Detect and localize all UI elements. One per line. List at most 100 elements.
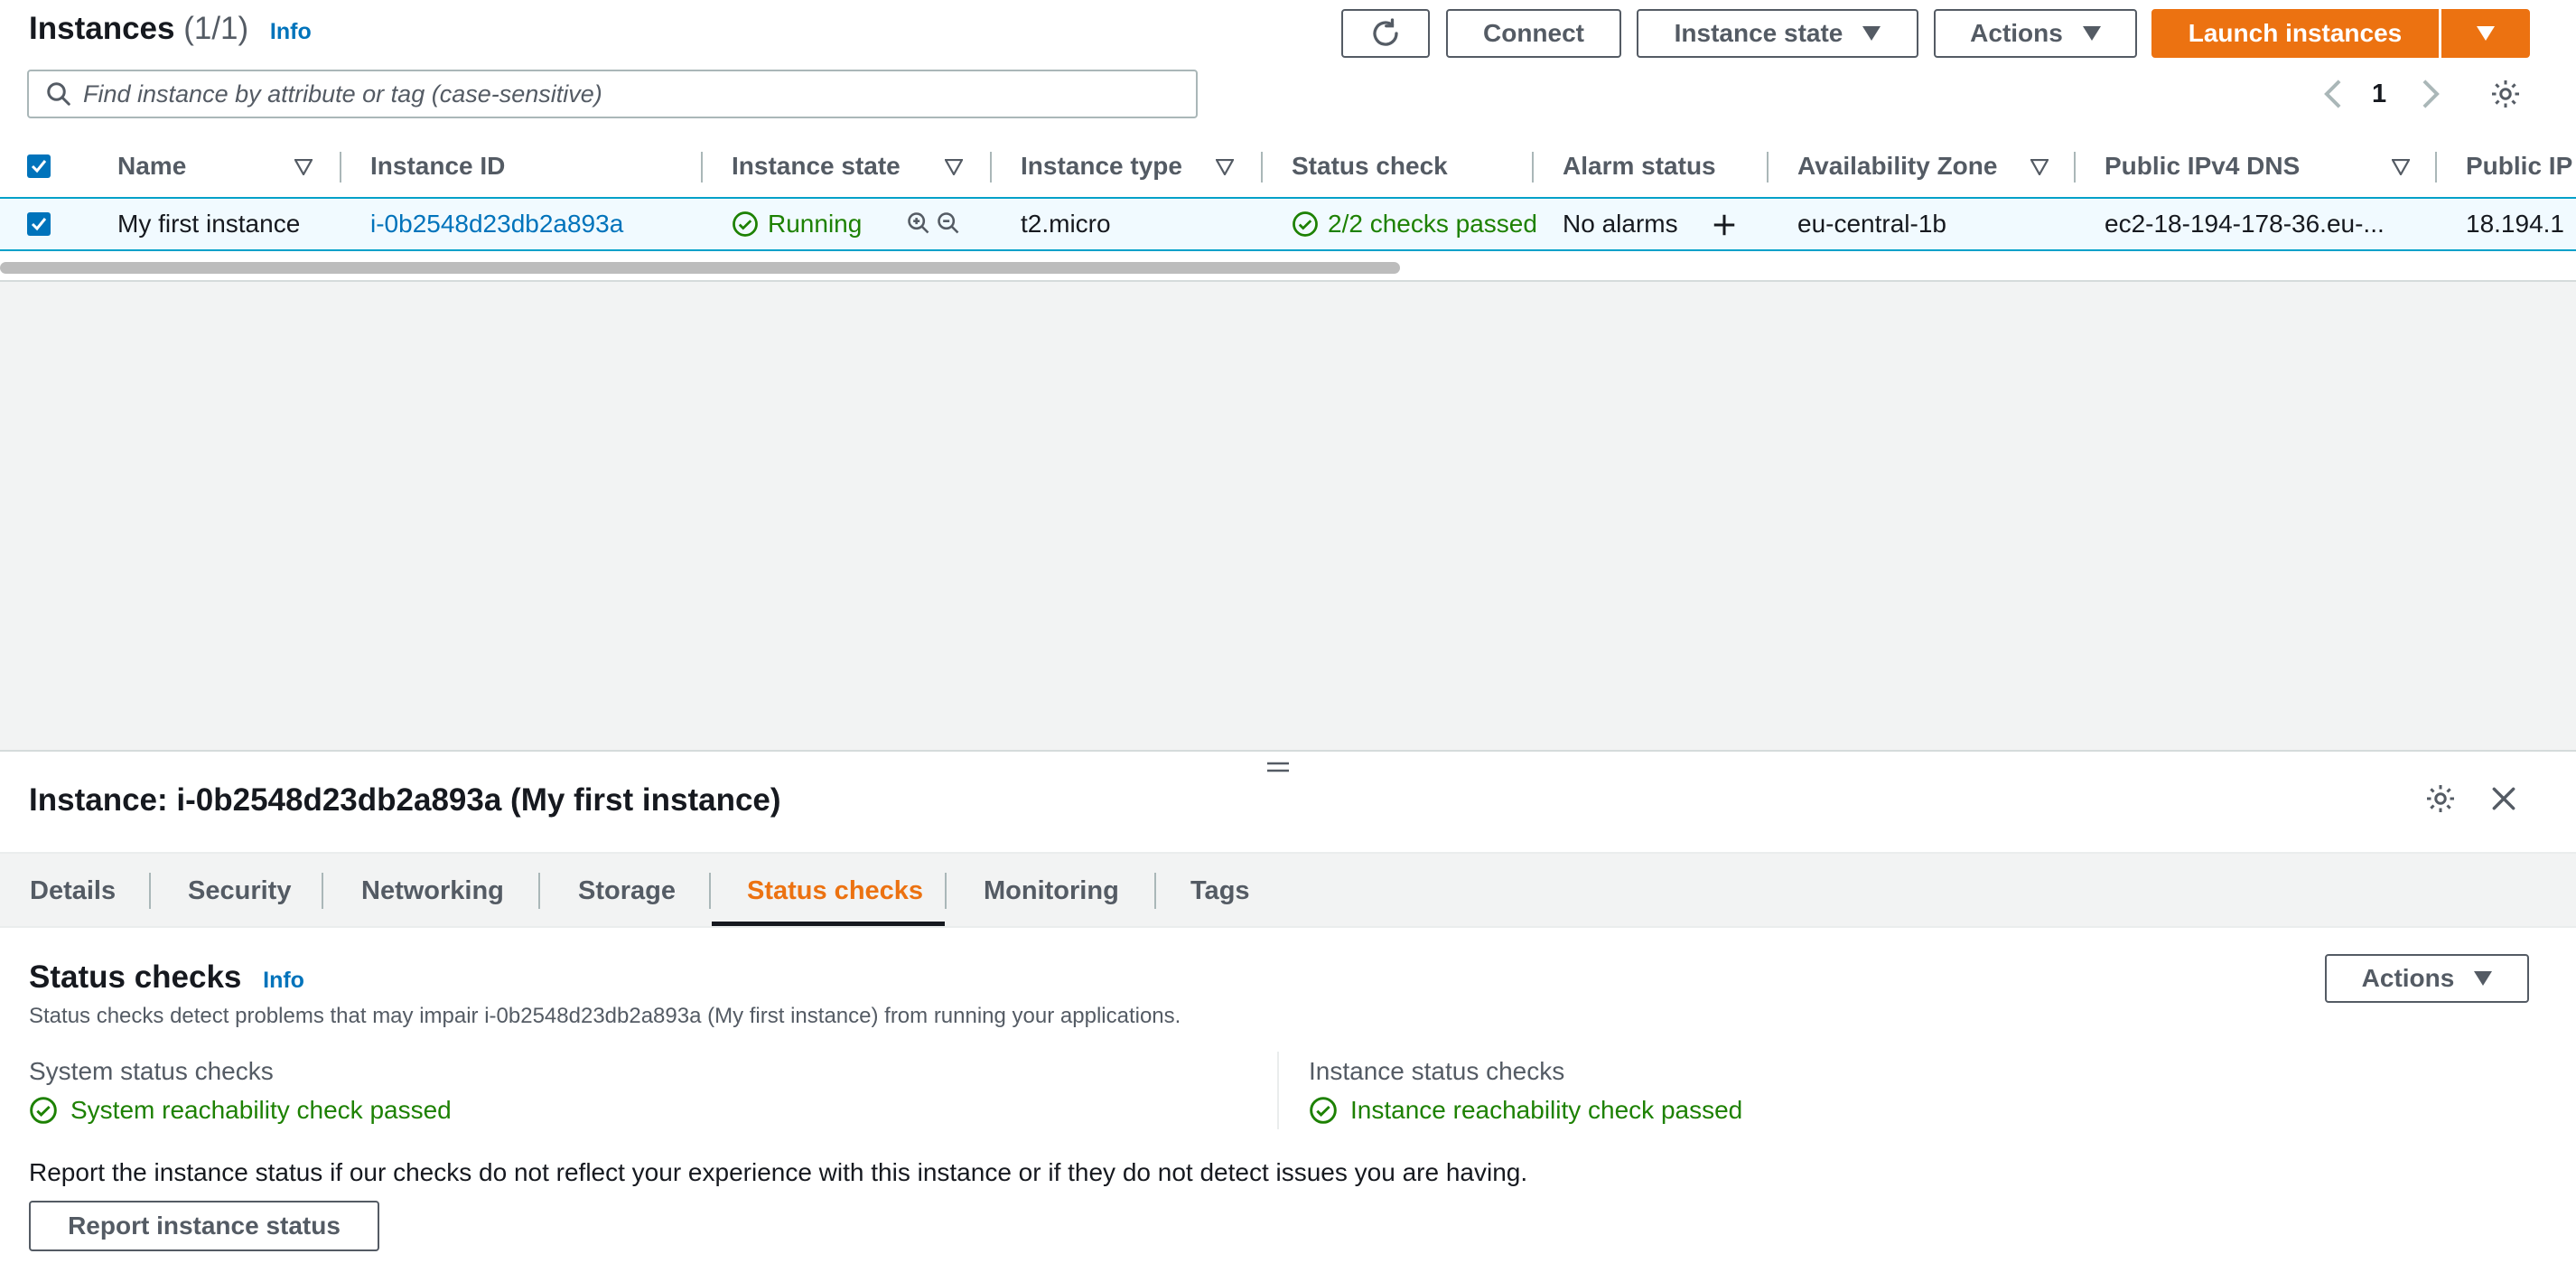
scrollbar-thumb[interactable] xyxy=(0,262,1400,274)
instance-status: Instance reachability check passed xyxy=(1309,1096,1742,1125)
page-title: Instances (1/1) Info xyxy=(29,11,312,47)
tab-divider xyxy=(322,873,323,909)
tab-divider xyxy=(709,873,711,909)
check-circle-icon xyxy=(1310,1097,1337,1124)
status-actions-dropdown[interactable]: Actions xyxy=(2325,954,2529,1003)
cell-alarm-status: No alarms xyxy=(1563,210,1678,238)
tab-storage[interactable]: Storage xyxy=(578,876,676,906)
previous-page-icon[interactable] xyxy=(2323,80,2343,108)
column-alarm-status[interactable]: Alarm status xyxy=(1563,152,1716,181)
instance-state-value: Running xyxy=(768,210,863,238)
column-status-check[interactable]: Status check xyxy=(1292,152,1448,181)
sort-icon[interactable] xyxy=(945,159,963,175)
check-circle-icon xyxy=(30,1097,57,1124)
gear-icon[interactable] xyxy=(2489,78,2522,110)
cell-instance-type: t2.micro xyxy=(1021,210,1111,238)
cell-name: My first instance xyxy=(117,210,301,238)
panel-title: Instance: i-0b2548d23db2a893a (My first … xyxy=(29,782,781,818)
next-page-icon[interactable] xyxy=(2421,80,2441,108)
search-input[interactable] xyxy=(81,79,1169,109)
instance-state-dropdown[interactable]: Instance state xyxy=(1637,9,1918,58)
cell-instance-state: Running xyxy=(732,210,862,239)
cell-public-dns: ec2-18-194-178-36.eu-... xyxy=(2105,210,2385,238)
tab-divider xyxy=(538,873,540,909)
cell-availability-zone: eu-central-1b xyxy=(1797,210,1946,238)
row-checkbox[interactable] xyxy=(27,212,51,236)
empty-area xyxy=(0,282,2576,750)
actions-dropdown[interactable]: Actions xyxy=(1934,9,2137,58)
caret-down-icon xyxy=(2477,26,2495,41)
column-divider[interactable] xyxy=(2074,152,2076,182)
instance-count: (1/1) xyxy=(183,11,249,46)
caret-down-icon xyxy=(2082,26,2101,41)
plus-icon[interactable] xyxy=(1711,211,1738,239)
connect-button[interactable]: Connect xyxy=(1446,9,1621,58)
info-link[interactable]: Info xyxy=(263,968,304,993)
instance-state-label: Instance state xyxy=(1674,19,1843,47)
section-description: Status checks detect problems that may i… xyxy=(29,1004,1181,1028)
column-availability-zone[interactable]: Availability Zone xyxy=(1797,152,1997,181)
instance-id-link[interactable]: i-0b2548d23db2a893a xyxy=(370,210,623,239)
select-all-checkbox[interactable] xyxy=(27,154,51,178)
search-box[interactable] xyxy=(27,70,1198,118)
launch-instances-button[interactable]: Launch instances xyxy=(2151,9,2439,58)
column-divider[interactable] xyxy=(990,152,992,182)
sort-icon[interactable] xyxy=(1216,159,1234,175)
column-divider[interactable] xyxy=(1767,152,1769,182)
active-tab-indicator xyxy=(712,922,945,926)
actions-label: Actions xyxy=(1970,19,2063,47)
column-divider[interactable] xyxy=(1261,152,1263,182)
column-public-dns[interactable]: Public IPv4 DNS xyxy=(2105,152,2300,181)
check-icon xyxy=(31,160,47,173)
tab-divider xyxy=(1154,873,1156,909)
tab-divider xyxy=(149,873,151,909)
status-actions-label: Actions xyxy=(2361,964,2455,992)
column-public-ip[interactable]: Public IP xyxy=(2466,152,2572,181)
column-instance-id[interactable]: Instance ID xyxy=(370,152,505,181)
refresh-button[interactable] xyxy=(1341,9,1430,58)
column-instance-type[interactable]: Instance type xyxy=(1021,152,1182,181)
connect-label: Connect xyxy=(1483,19,1584,47)
tab-status-checks[interactable]: Status checks xyxy=(747,876,923,906)
cell-status-check: 2/2 checks passed xyxy=(1292,210,1537,239)
current-page[interactable]: 1 xyxy=(2372,80,2386,109)
system-status-value: System reachability check passed xyxy=(70,1096,452,1124)
tab-details[interactable]: Details xyxy=(30,876,116,906)
info-link[interactable]: Info xyxy=(270,19,312,44)
close-icon[interactable] xyxy=(2489,784,2518,813)
resize-handle-icon[interactable] xyxy=(1266,761,1290,773)
tab-tags[interactable]: Tags xyxy=(1190,876,1250,906)
tab-networking[interactable]: Networking xyxy=(361,876,504,906)
search-icon xyxy=(47,82,70,106)
check-circle-icon xyxy=(1293,211,1318,237)
sort-icon[interactable] xyxy=(2030,159,2049,175)
gear-icon[interactable] xyxy=(2424,782,2457,815)
launch-options-dropdown[interactable] xyxy=(2441,9,2530,58)
refresh-icon xyxy=(1373,18,1398,46)
column-instance-state[interactable]: Instance state xyxy=(732,152,901,181)
report-description: Report the instance status if our checks… xyxy=(29,1158,1528,1186)
column-name[interactable]: Name xyxy=(117,152,186,181)
page-title-text: Instances xyxy=(29,11,175,46)
tab-security[interactable]: Security xyxy=(188,876,291,906)
sort-icon[interactable] xyxy=(294,159,313,175)
sort-icon[interactable] xyxy=(2392,159,2410,175)
check-icon xyxy=(31,218,47,231)
report-instance-status-button[interactable]: Report instance status xyxy=(29,1201,379,1251)
instance-status-label: Instance status checks xyxy=(1309,1057,1565,1085)
column-divider[interactable] xyxy=(1532,152,1534,182)
column-divider[interactable] xyxy=(701,152,703,182)
column-separator xyxy=(1277,1052,1279,1129)
column-divider[interactable] xyxy=(2435,152,2437,182)
section-title-text: Status checks xyxy=(29,959,242,995)
section-title: Status checks Info xyxy=(29,959,304,996)
tab-monitoring[interactable]: Monitoring xyxy=(984,876,1119,906)
caret-down-icon xyxy=(1862,26,1881,41)
system-status: System reachability check passed xyxy=(29,1096,452,1125)
launch-label: Launch instances xyxy=(2188,19,2403,47)
zoom-out-icon[interactable] xyxy=(936,211,961,236)
status-check-value[interactable]: 2/2 checks passed xyxy=(1328,210,1537,239)
caret-down-icon xyxy=(2474,971,2493,986)
column-divider[interactable] xyxy=(340,152,341,182)
zoom-in-icon[interactable] xyxy=(906,211,931,236)
